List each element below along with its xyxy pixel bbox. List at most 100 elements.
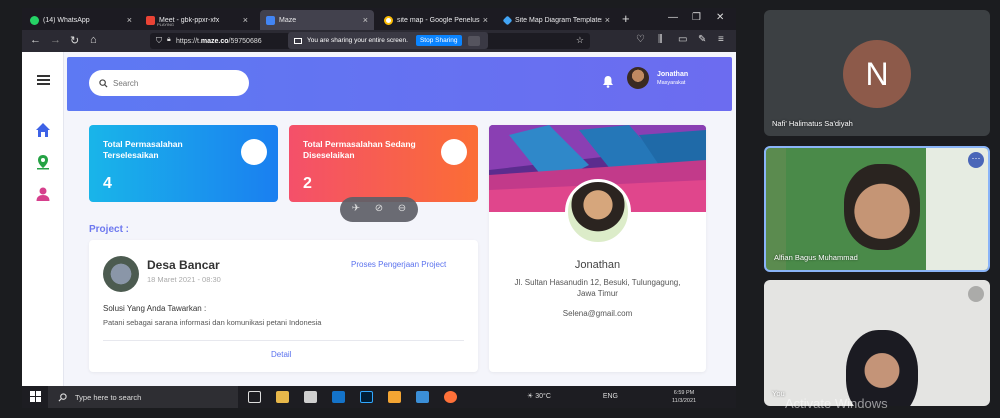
- lock-icon[interactable]: 🔒︎: [167, 36, 171, 44]
- profile-avatar: [565, 179, 631, 245]
- stat-in-progress-value: 2: [303, 175, 312, 192]
- hide-notice-button[interactable]: [467, 35, 480, 46]
- search-icon: [58, 392, 67, 401]
- app-header: Jonathan Masyarakat: [67, 57, 732, 111]
- home-icon[interactable]: ⌂: [90, 34, 97, 46]
- project-card: Desa Bancar 18 Maret 2021 - 08:30 Proses…: [89, 240, 478, 372]
- library-icon[interactable]: ⫼: [658, 34, 663, 45]
- app-icon[interactable]: [304, 391, 317, 403]
- bookmark-star-icon[interactable]: ☆: [576, 35, 584, 46]
- minimize-icon[interactable]: —: [668, 12, 678, 23]
- back-arrow-icon[interactable]: ←: [30, 34, 41, 46]
- app-icon[interactable]: [388, 391, 401, 403]
- diamond-icon: [502, 15, 513, 25]
- app-icon[interactable]: [332, 391, 345, 403]
- participant-name: You: [772, 389, 785, 398]
- taskbar-clock[interactable]: 6:59 PM 11/3/2021: [672, 389, 696, 405]
- header-user-info[interactable]: Jonathan Masyarakat: [657, 71, 688, 86]
- mic-off-icon[interactable]: [968, 286, 984, 302]
- app-icon[interactable]: [416, 391, 429, 403]
- user-profile-icon[interactable]: [35, 186, 51, 202]
- firefox-icon[interactable]: [444, 391, 457, 403]
- file-explorer-icon[interactable]: [276, 391, 289, 403]
- home-nav-icon[interactable]: [35, 122, 51, 138]
- minus-circle-icon[interactable]: ⊖: [396, 203, 408, 215]
- url-prefix: https://t.: [176, 37, 201, 45]
- profile-email: Selena@gmail.com: [562, 309, 633, 318]
- tab-maze[interactable]: Maze ×: [260, 10, 374, 30]
- profile-name: Jonathan: [574, 259, 621, 271]
- bell-notification-icon[interactable]: [602, 75, 614, 88]
- screen-share-icon: [294, 37, 302, 44]
- screen-sharing-notice: You are sharing your entire screen. Stop…: [288, 32, 488, 49]
- participant-video: [844, 164, 920, 250]
- header-user-role: Masyarakat: [657, 80, 686, 86]
- project-name: Desa Bancar: [147, 258, 220, 272]
- weather-temp[interactable]: 30°C: [535, 393, 551, 400]
- participant-name: Nafi' Halimatus Sa'diyah: [772, 119, 853, 128]
- hamburger-menu-icon[interactable]: [37, 75, 50, 85]
- sidebar-toggle-icon[interactable]: ▭: [678, 34, 687, 45]
- shield-icon[interactable]: ⛉: [156, 36, 162, 46]
- divider: [103, 340, 464, 341]
- self-video: [846, 330, 918, 406]
- close-tab-icon[interactable]: ×: [127, 15, 132, 25]
- task-view-icon[interactable]: [248, 391, 261, 403]
- map-location-icon[interactable]: [35, 154, 51, 170]
- menu-icon[interactable]: ≡: [718, 34, 724, 45]
- navigation-bar: ← → ↻ ⌂ https://t. maze.co/59750686 ⛉ 🔒︎ …: [22, 30, 736, 52]
- close-tab-icon[interactable]: ×: [363, 15, 368, 25]
- weather-icon[interactable]: ☀: [527, 393, 533, 400]
- project-image: [103, 256, 139, 292]
- close-window-icon[interactable]: ✕: [716, 12, 724, 23]
- more-options-icon[interactable]: ⋯: [968, 152, 984, 168]
- participant-tile-self[interactable]: You: [764, 280, 990, 406]
- header-user-name: Jonathan: [657, 71, 689, 78]
- maze-icon: [266, 15, 275, 25]
- participant-tile-nafi[interactable]: N Nafi' Halimatus Sa'diyah: [764, 10, 990, 136]
- stat-in-progress-label: Total Permasalahan Sedang Diseselaikan: [303, 139, 416, 160]
- close-tab-icon[interactable]: ×: [605, 15, 610, 25]
- sidebar: [22, 52, 64, 386]
- stat-solved-circle-icon: [241, 139, 267, 165]
- google-icon: [384, 15, 393, 25]
- forward-arrow-icon[interactable]: →: [50, 34, 61, 46]
- close-tab-icon[interactable]: ×: [483, 15, 488, 25]
- new-tab-button[interactable]: +: [622, 11, 630, 26]
- tab-meet[interactable]: Meet - gbk-ppxr-xfx PLAYING ×: [140, 10, 254, 30]
- photoshop-icon[interactable]: [360, 391, 373, 403]
- whatsapp-icon: [30, 15, 39, 25]
- participant-tile-alfian[interactable]: ⋯ Alfian Bagus Muhammad: [764, 146, 990, 272]
- meet-icon: [146, 15, 155, 25]
- tab-whatsapp[interactable]: (14) WhatsApp ×: [24, 10, 138, 30]
- taskbar-search-box[interactable]: Type here to search: [48, 386, 238, 408]
- project-solution-text: Patani sebagai sarana informasi dan komu…: [103, 318, 322, 327]
- project-section-title: Project :: [89, 224, 130, 235]
- project-solution-heading: Solusi Yang Anda Tawarkan :: [103, 304, 207, 313]
- system-tray: ☀ 30°C ENG: [527, 392, 618, 400]
- screen: (14) WhatsApp × Meet - gbk-ppxr-xfx PLAY…: [0, 0, 1000, 418]
- windows-start-icon[interactable]: [30, 391, 41, 402]
- stop-sharing-button[interactable]: Stop Sharing: [415, 35, 462, 46]
- tab-site-map-templates[interactable]: Site Map Diagram Templates ×: [498, 10, 616, 30]
- profile-card: Jonathan Jl. Sultan Hasanudin 12, Besuki…: [489, 125, 706, 372]
- restore-icon[interactable]: ❐: [692, 12, 701, 23]
- pin-icon[interactable]: ✈: [350, 203, 362, 215]
- search-input[interactable]: [113, 78, 233, 88]
- url-domain: maze.co: [200, 37, 229, 45]
- project-date: 18 Maret 2021 - 08:30: [147, 275, 221, 284]
- reload-icon[interactable]: ↻: [70, 34, 79, 47]
- stat-in-progress-circle-icon: [441, 139, 467, 165]
- participant-initial-avatar: N: [843, 40, 911, 108]
- extension-icon[interactable]: ✎: [698, 34, 706, 45]
- language-indicator[interactable]: ENG: [603, 393, 618, 400]
- search-box[interactable]: [89, 70, 249, 96]
- tab-google-search[interactable]: site map - Google Penelusur ×: [378, 10, 494, 30]
- close-tab-icon[interactable]: ×: [243, 15, 248, 25]
- pocket-icon[interactable]: ♡: [636, 34, 645, 45]
- windows-taskbar: Type here to search ☀ 30°C ENG 6:59 PM 1…: [22, 386, 736, 408]
- project-detail-link[interactable]: Detail: [271, 350, 291, 359]
- url-path: /59750686: [228, 37, 262, 45]
- mic-off-icon[interactable]: ⊘: [373, 203, 385, 215]
- header-avatar[interactable]: [627, 67, 649, 89]
